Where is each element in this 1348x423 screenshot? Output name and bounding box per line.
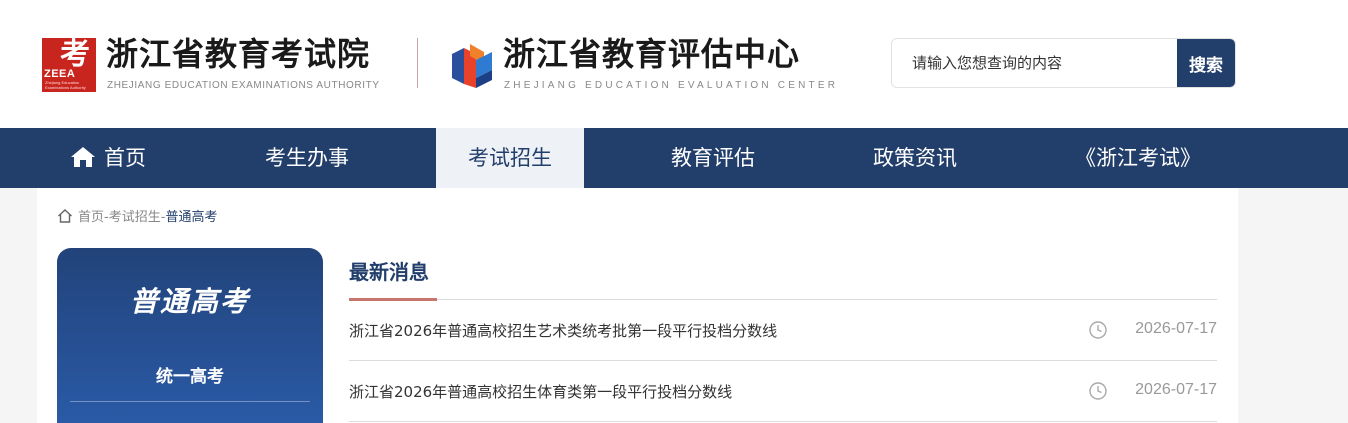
search-input[interactable] — [892, 39, 1179, 87]
list-item[interactable]: 浙江省2026年普通高校招生体育类第一段平行投档分数线 2026-07-17 — [349, 361, 1217, 422]
breadcrumb-current: 普通高考 — [165, 210, 218, 225]
breadcrumb: 首页-考试招生-普通高考 — [57, 208, 217, 228]
site-subtitle-evaluation-center: ZHEJIANG EDUCATION EVALUATION CENTER — [504, 80, 839, 91]
nav-item-label: 《浙江考试》 — [1075, 146, 1201, 170]
nav-item-label: 考试招生 — [468, 146, 552, 170]
logo-char: 考 — [60, 37, 90, 72]
evaluation-center-logo-icon[interactable] — [450, 40, 494, 90]
home-icon — [71, 147, 95, 167]
logo-sub: Zhejiang Education Examinations Authorit… — [45, 80, 86, 90]
site-header: 考 ZEEA Zhejiang Education Examinations A… — [0, 0, 1348, 128]
logo-tag: ZEEA — [44, 68, 76, 80]
search-box: 搜索 — [891, 38, 1236, 88]
content-area: 首页-考试招生-普通高考 普通高考 统一高考 最新消息 浙江省2026年普通高校… — [0, 188, 1348, 423]
section-title: 最新消息 — [349, 260, 429, 284]
nav-item-policy-news[interactable]: 政策资讯 — [840, 128, 990, 188]
header-divider — [417, 38, 418, 88]
content-panel: 首页-考试招生-普通高考 普通高考 统一高考 最新消息 浙江省2026年普通高校… — [37, 188, 1238, 423]
breadcrumb-home[interactable]: 首页 — [78, 210, 104, 225]
main-news-section: 最新消息 浙江省2026年普通高校招生艺术类统考批第一段平行投档分数线 2026… — [349, 248, 1217, 423]
news-title[interactable]: 浙江省2026年普通高校招生体育类第一段平行投档分数线 — [349, 381, 732, 402]
sidebar: 普通高考 统一高考 — [57, 248, 323, 423]
clock-icon — [1089, 321, 1107, 339]
nav-item-education-evaluation[interactable]: 教育评估 — [638, 128, 788, 188]
news-date: 2026-07-17 — [1135, 320, 1217, 337]
list-item[interactable]: 浙江省2026年普通高校招生艺术类统考批第一段平行投档分数线 2026-07-1… — [349, 300, 1217, 361]
site-title-evaluation-center[interactable]: 浙江省教育评估中心 — [503, 34, 800, 74]
nav-item-label: 考生办事 — [265, 146, 349, 170]
news-title[interactable]: 浙江省2026年普通高校招生艺术类统考批第一段平行投档分数线 — [349, 320, 777, 341]
home-outline-icon — [58, 209, 72, 223]
nav-item-label: 教育评估 — [671, 146, 755, 170]
nav-item-home[interactable]: 首页 — [48, 128, 168, 188]
sidebar-item-unified-exam[interactable]: 统一高考 — [70, 352, 310, 402]
site-subtitle-exam-authority: ZHEJIANG EDUCATION EXAMINATIONS AUTHORIT… — [107, 80, 380, 91]
zeea-logo-icon[interactable]: 考 ZEEA Zhejiang Education Examinations A… — [42, 38, 96, 92]
site-title-exam-authority[interactable]: 浙江省教育考试院 — [106, 34, 370, 74]
sidebar-title: 普通高考 — [129, 285, 250, 318]
nav-item-exam-enrollment[interactable]: 考试招生 — [436, 128, 584, 188]
nav-item-candidate-services[interactable]: 考生办事 — [232, 128, 382, 188]
search-button[interactable]: 搜索 — [1177, 39, 1235, 87]
clock-icon — [1089, 382, 1107, 400]
breadcrumb-exam-enrollment[interactable]: 考试招生 — [109, 210, 161, 225]
nav-item-label: 政策资讯 — [873, 146, 957, 170]
section-header: 最新消息 — [349, 248, 1217, 301]
nav-item-label: 首页 — [104, 146, 146, 170]
news-date: 2026-07-17 — [1135, 381, 1217, 398]
nav-item-zhejiang-exam-magazine[interactable]: 《浙江考试》 — [1058, 128, 1218, 188]
main-nav: 首页 考生办事 考试招生 教育评估 政策资讯 《浙江考试》 — [0, 128, 1348, 188]
